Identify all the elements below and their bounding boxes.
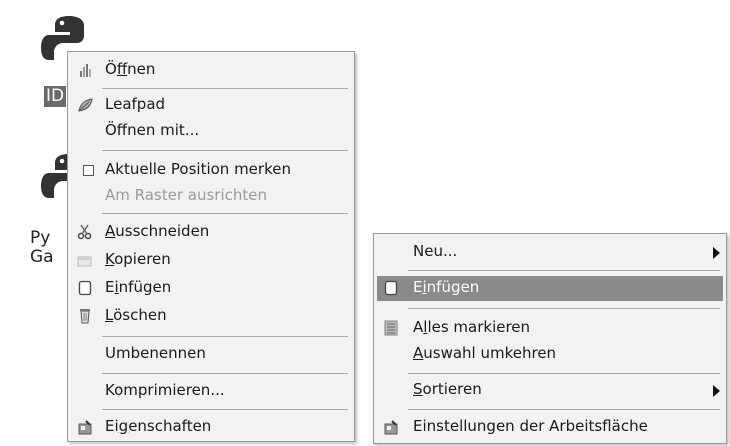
- desktop-icon-label-line1: Py: [30, 228, 51, 248]
- copy-icon: [77, 256, 92, 267]
- menu-separator: [102, 150, 348, 151]
- menu-separator: [408, 270, 720, 271]
- menu-item-properties[interactable]: Eigenschaften: [68, 414, 354, 440]
- menu-separator: [102, 373, 348, 374]
- menu-item-invert-selection[interactable]: Auswahl umkehren: [374, 341, 726, 367]
- menu-item-leafpad[interactable]: Leafpad: [68, 92, 354, 118]
- paste-icon: [78, 280, 92, 296]
- menu-item-copy[interactable]: Kopieren: [68, 247, 354, 273]
- submenu-arrow-icon: [713, 385, 720, 397]
- menu-item-cut[interactable]: Ausschneiden: [68, 219, 354, 245]
- menu-separator: [102, 336, 348, 337]
- menu-item-desktop-settings[interactable]: Einstellungen der Arbeitsfläche: [374, 414, 726, 440]
- menu-item-label: Einfügen: [413, 278, 480, 296]
- leafpad-icon: [78, 98, 93, 112]
- paste-icon: [384, 280, 398, 296]
- menu-item-new[interactable]: Neu...: [374, 239, 726, 265]
- menu-item-label: Alles markieren: [413, 318, 531, 336]
- menu-separator: [102, 409, 348, 410]
- menu-item-sort[interactable]: Sortieren: [374, 377, 726, 403]
- menu-item-open-with[interactable]: Öffnen mit...: [68, 118, 354, 144]
- menu-item-snap-to-grid: Am Raster ausrichten: [68, 183, 354, 209]
- menu-separator: [102, 88, 348, 89]
- menu-item-open[interactable]: Öffnen: [68, 57, 354, 83]
- scissors-icon: [77, 224, 92, 240]
- file-context-menu: Öffnen Leafpad Öffnen mit... Aktuelle Po…: [67, 51, 355, 442]
- select-all-icon: [384, 320, 398, 336]
- menu-item-compress[interactable]: Komprimieren...: [68, 378, 354, 404]
- menu-item-label: Löschen: [105, 306, 167, 324]
- checkbox-icon[interactable]: [83, 165, 94, 176]
- desktop-icon-label-line2: Ga: [30, 247, 54, 267]
- menu-item-label: Neu...: [413, 242, 458, 260]
- menu-separator: [408, 409, 720, 410]
- desktop-icon-label: ID: [44, 86, 67, 107]
- menu-item-label: Öffnen mit...: [105, 121, 200, 139]
- menu-separator: [102, 213, 348, 214]
- properties-icon: [78, 420, 92, 435]
- menu-item-label: Sortieren: [413, 380, 482, 398]
- application-icon: [80, 64, 91, 77]
- menu-item-label: Umbenennen: [105, 344, 206, 362]
- menu-item-label: Komprimieren...: [105, 381, 225, 399]
- properties-icon: [384, 420, 398, 435]
- menu-separator: [408, 373, 720, 374]
- menu-item-rename[interactable]: Umbenennen: [68, 341, 354, 367]
- menu-item-label: Öffnen: [105, 60, 156, 78]
- menu-item-label: Einstellungen der Arbeitsfläche: [413, 417, 648, 435]
- menu-item-select-all[interactable]: Alles markieren: [374, 315, 726, 341]
- menu-item-label: Kopieren: [105, 250, 171, 268]
- menu-item-label: Ausschneiden: [105, 222, 210, 240]
- menu-item-label: Auswahl umkehren: [413, 344, 557, 362]
- menu-item-label: Aktuelle Position merken: [105, 160, 291, 178]
- menu-item-label: Einfügen: [105, 278, 172, 296]
- menu-item-label: Am Raster ausrichten: [105, 186, 268, 204]
- submenu-arrow-icon: [713, 247, 720, 259]
- menu-item-paste[interactable]: Einfügen: [68, 275, 354, 301]
- desktop-context-menu: Neu... Einfügen Alles markieren Auswahl …: [373, 233, 727, 444]
- menu-item-delete[interactable]: Löschen: [68, 303, 354, 329]
- trash-icon: [80, 309, 90, 324]
- menu-separator: [408, 308, 720, 309]
- menu-item-paste[interactable]: Einfügen: [377, 276, 723, 301]
- menu-item-remember-position[interactable]: Aktuelle Position merken: [68, 157, 354, 183]
- menu-item-label: Leafpad: [105, 95, 166, 113]
- menu-item-label: Eigenschaften: [105, 417, 212, 435]
